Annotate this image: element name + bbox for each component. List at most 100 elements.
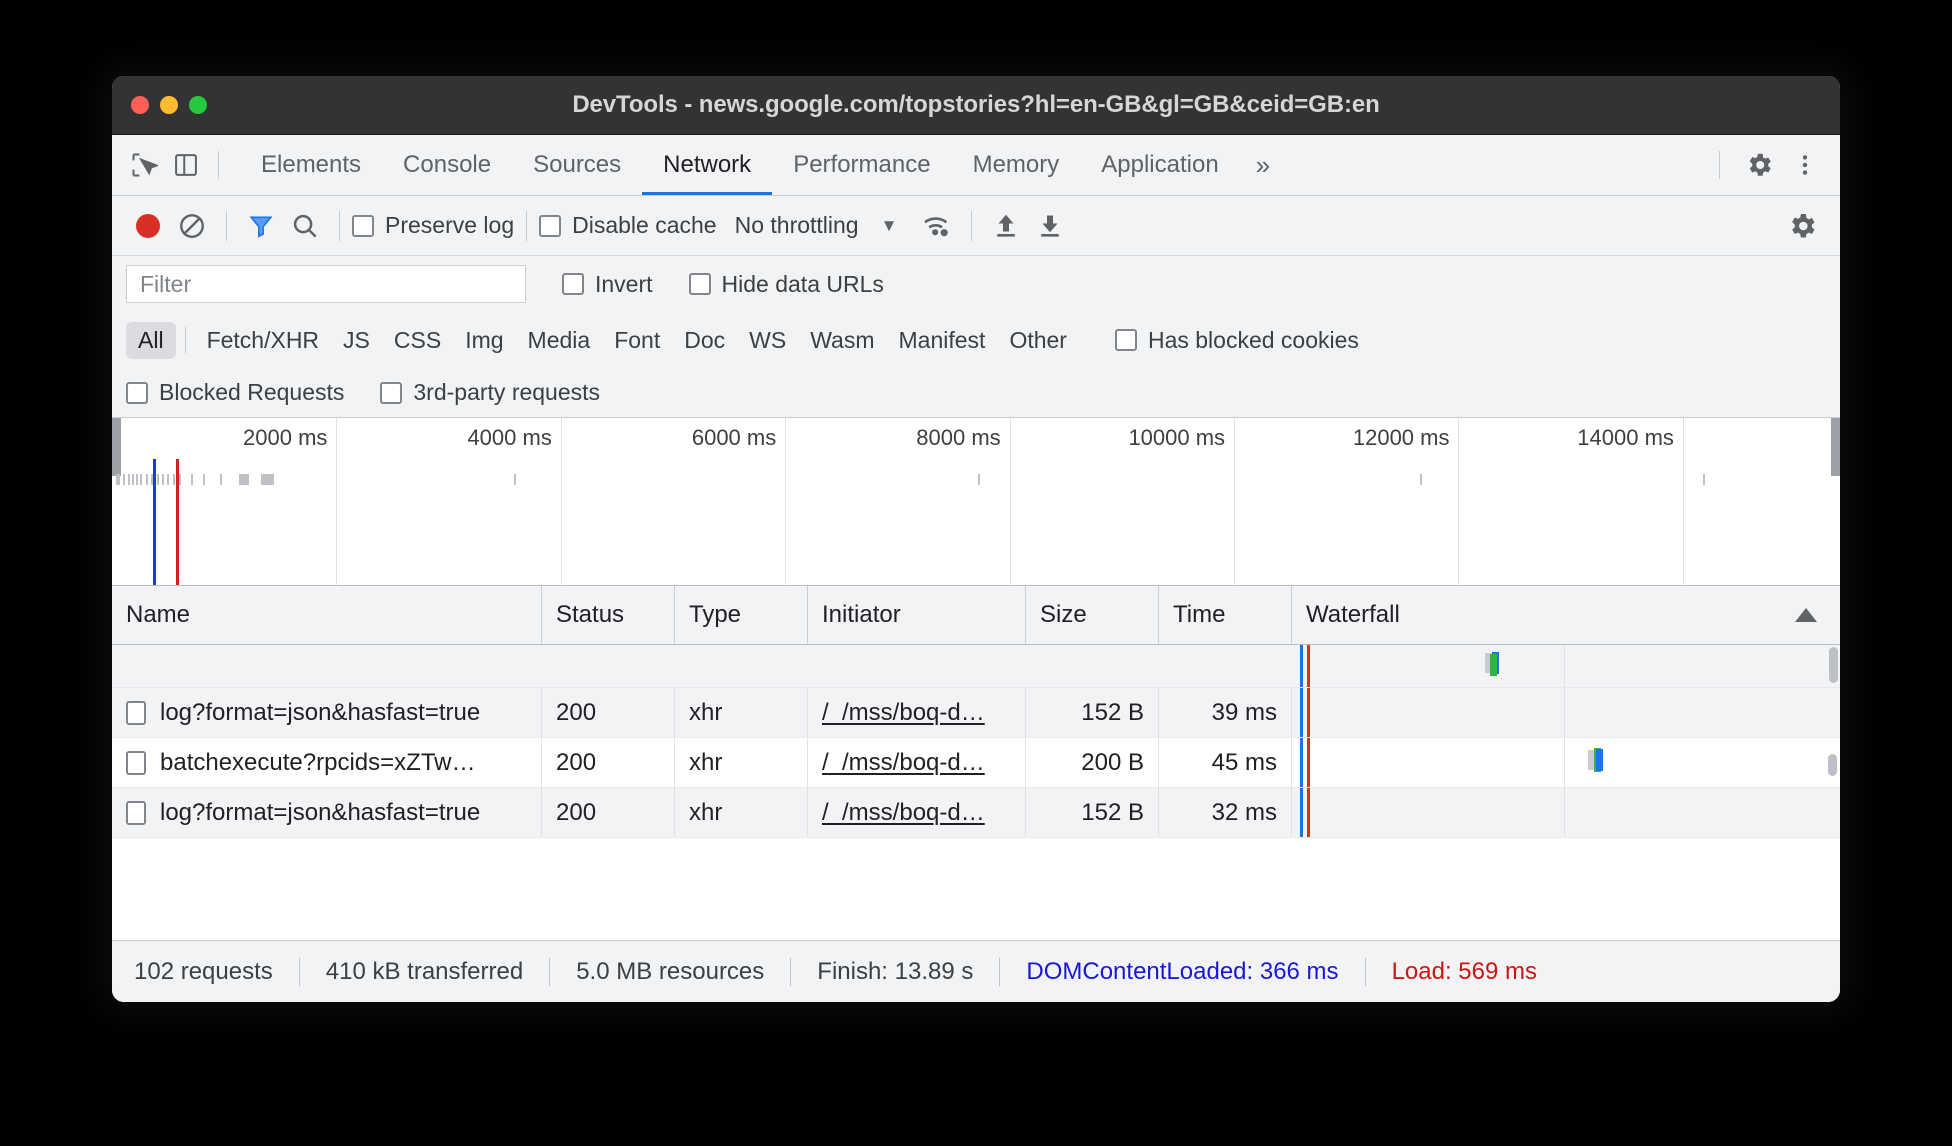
row-checkbox[interactable] [126, 700, 146, 725]
hide-data-urls-label: Hide data URLs [721, 270, 884, 297]
device-toolbar-icon[interactable] [165, 144, 207, 186]
hide-data-urls-checkbox[interactable]: Hide data URLs [688, 270, 884, 298]
minimize-button[interactable] [160, 96, 178, 114]
row-checkbox[interactable] [126, 800, 146, 825]
overview-request-bar [202, 474, 205, 485]
overview-request-bar [145, 474, 148, 485]
initiator-link[interactable]: /_/mss/boq-d… [822, 749, 985, 777]
type-filter-img[interactable]: Img [453, 322, 515, 359]
toolbar-divider [218, 151, 219, 179]
overview-gridline [785, 418, 787, 585]
cell-status: 200 [542, 738, 675, 787]
column-header-initiator[interactable]: Initiator [808, 586, 1026, 644]
column-header-time[interactable]: Time [1159, 586, 1292, 644]
maximize-button[interactable] [189, 96, 207, 114]
type-filter-media[interactable]: Media [516, 322, 603, 359]
wifi-settings-icon[interactable] [915, 204, 959, 248]
type-filter-fetch-xhr[interactable]: Fetch/XHR [195, 322, 331, 359]
checkbox-box [562, 273, 584, 295]
checkbox-box [1114, 329, 1137, 351]
overview-request-bar [179, 474, 182, 485]
column-header-status[interactable]: Status [542, 586, 675, 644]
type-filter-wasm[interactable]: Wasm [798, 322, 886, 359]
tab-network[interactable]: Network [642, 135, 773, 195]
column-header-type[interactable]: Type [675, 586, 808, 644]
tab-sources[interactable]: Sources [512, 135, 642, 195]
cell-waterfall [1292, 788, 1839, 837]
cell-type: xhr [675, 738, 808, 787]
request-name: batchexecute?rpcids=xZTw… [160, 748, 476, 776]
invert-checkbox[interactable]: Invert [562, 271, 653, 298]
preserve-log-checkbox[interactable]: Preserve log [352, 212, 514, 239]
type-filter-js[interactable]: JS [331, 322, 382, 359]
tab-elements[interactable]: Elements [240, 135, 382, 195]
column-header-waterfall[interactable]: Waterfall [1292, 586, 1839, 644]
has-blocked-cookies-checkbox[interactable]: Has blocked cookies [1114, 327, 1359, 354]
load-marker-line [1307, 738, 1310, 787]
upload-arrow-icon[interactable] [984, 204, 1028, 248]
third-party-requests-checkbox[interactable]: 3rd-party requests [380, 379, 600, 406]
toolbar-divider [339, 210, 340, 241]
type-filter-css[interactable]: CSS [382, 322, 453, 359]
type-filter-doc[interactable]: Doc [672, 322, 737, 359]
toolbar-divider [971, 210, 973, 241]
column-header-size[interactable]: Size [1026, 586, 1159, 644]
network-overview-timeline[interactable]: 2000 ms 4000 ms 6000 ms 8000 ms 10000 ms 1200… [112, 418, 1840, 586]
kebab-menu-icon[interactable] [1784, 144, 1826, 186]
type-filter-manifest[interactable]: Manifest [887, 322, 998, 359]
column-header-name[interactable]: Name [112, 586, 542, 644]
throttling-dropdown-value[interactable]: No throttling [735, 212, 859, 239]
overview-tick-label: 10000 ms [1128, 425, 1226, 450]
preserve-log-label: Preserve log [385, 212, 515, 238]
gear-icon[interactable] [1780, 204, 1824, 248]
initiator-link[interactable]: /_/mss/boq-d… [822, 799, 985, 827]
overview-request-bar [1703, 474, 1706, 485]
tab-application[interactable]: Application [1080, 135, 1239, 195]
overview-request-bar [513, 474, 516, 485]
overview-gridline [1458, 418, 1460, 585]
inspect-cursor-icon[interactable] [123, 144, 165, 186]
tab-memory[interactable]: Memory [952, 135, 1081, 195]
tab-performance[interactable]: Performance [772, 135, 951, 195]
filter-input[interactable]: Filter [126, 265, 526, 303]
load-marker-line [1307, 645, 1310, 687]
status-transferred: 410 kB transferred [325, 957, 524, 985]
clear-prohibited-icon[interactable] [170, 204, 214, 248]
type-filter-font[interactable]: Font [602, 322, 672, 359]
overview-tick-label: 8000 ms [916, 425, 1001, 450]
type-filter-other[interactable]: Other [997, 322, 1079, 359]
more-tabs-chevron-icon[interactable]: » [1240, 150, 1286, 181]
record-icon[interactable] [126, 204, 170, 248]
type-filter-all[interactable]: All [126, 321, 176, 359]
disable-cache-checkbox[interactable]: Disable cache [539, 212, 717, 239]
checkbox-box [126, 381, 148, 404]
type-filter-ws[interactable]: WS [737, 322, 798, 359]
download-arrow-icon[interactable] [1028, 204, 1072, 248]
initiator-link[interactable]: /_/mss/boq-d… [822, 699, 985, 727]
waterfall-scrollbar[interactable] [1829, 647, 1838, 683]
table-row[interactable]: log?format=json&hasfast=true 200 xhr /_/… [112, 788, 1840, 838]
close-button[interactable] [131, 96, 149, 114]
overview-request-bar [261, 474, 274, 485]
blocked-requests-checkbox[interactable]: Blocked Requests [126, 379, 344, 406]
cell-waterfall [1292, 738, 1839, 787]
search-icon[interactable] [283, 204, 327, 248]
cell-time: 39 ms [1159, 688, 1292, 737]
status-load: Load: 569 ms [1391, 957, 1537, 985]
dcl-marker-line [1300, 688, 1303, 737]
row-checkbox[interactable] [126, 750, 146, 775]
table-spacer-row [112, 645, 1840, 688]
overview-domcontentloaded-marker [153, 459, 157, 585]
waterfall-gridline [1564, 738, 1565, 787]
overview-gridline [1234, 418, 1236, 585]
overview-request-bar [219, 474, 222, 485]
table-row[interactable]: log?format=json&hasfast=true 200 xhr /_/… [112, 688, 1840, 738]
gear-icon[interactable] [1738, 144, 1780, 186]
overview-request-bar [136, 474, 139, 485]
tab-console[interactable]: Console [382, 135, 512, 195]
chevron-down-icon[interactable]: ▼ [881, 216, 898, 236]
cell-status: 200 [542, 688, 675, 737]
filter-funnel-icon[interactable] [239, 204, 283, 248]
table-row[interactable]: batchexecute?rpcids=xZTw… 200 xhr /_/mss… [112, 738, 1840, 788]
waterfall-scrollbar[interactable] [1828, 754, 1837, 776]
